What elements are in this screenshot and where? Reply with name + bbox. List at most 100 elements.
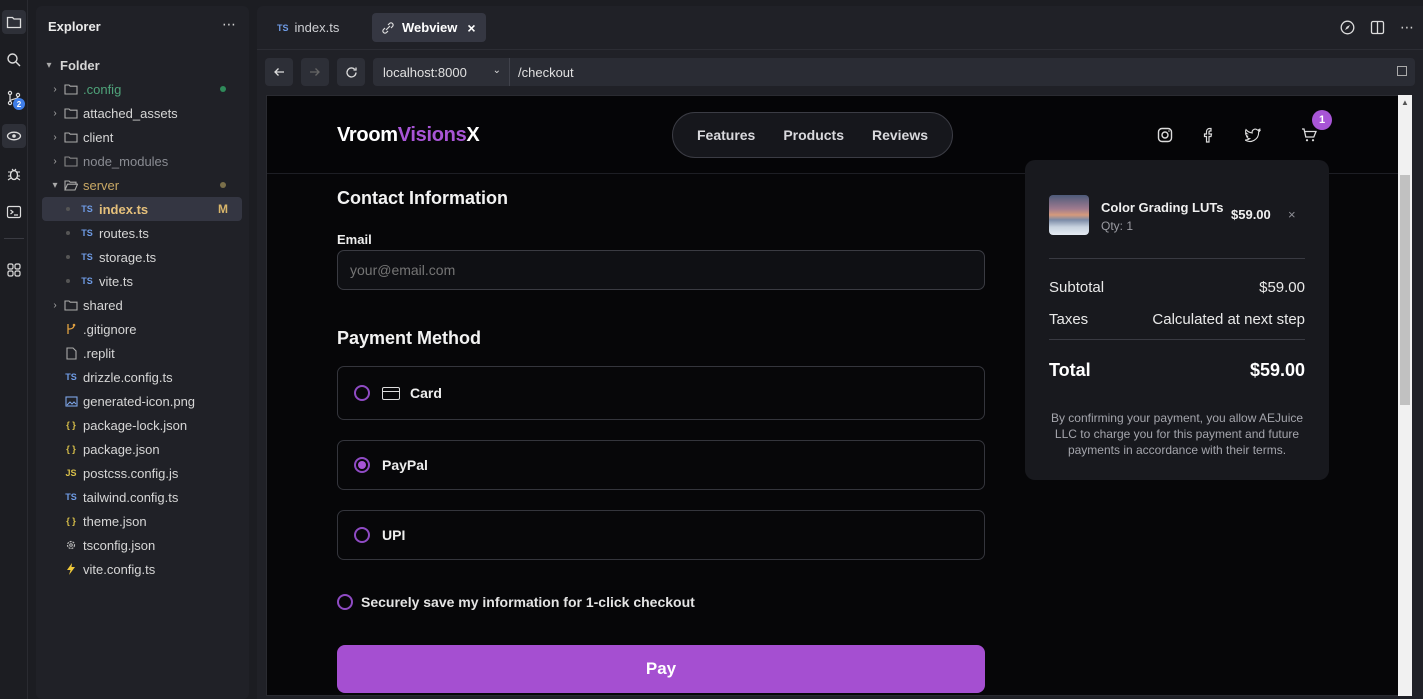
pay-button[interactable]: Pay [337, 645, 985, 693]
webview-content: VroomVisionsX Features Products Reviews … [266, 95, 1400, 696]
indent-dot [66, 207, 70, 211]
tree-item-client[interactable]: › client [42, 125, 242, 149]
json-icon: { } [66, 420, 76, 430]
tree-item-attached-assets[interactable]: › attached_assets [42, 101, 242, 125]
editor-actions: ⋯ [1339, 19, 1415, 35]
tree-item-routes-ts[interactable]: TS routes.ts [42, 221, 242, 245]
tab-index-ts[interactable]: TS index.ts [267, 13, 349, 42]
save-info-radio[interactable] [337, 594, 353, 610]
tree-item-package-lock[interactable]: { } package-lock.json [42, 413, 242, 437]
remove-item-button[interactable]: × [1288, 207, 1296, 222]
email-field[interactable] [337, 250, 985, 290]
tree-item-replit[interactable]: .replit [42, 341, 242, 365]
twitter-icon[interactable] [1244, 126, 1262, 144]
tree-item-shared[interactable]: › shared [42, 293, 242, 317]
nav-link-features[interactable]: Features [697, 127, 755, 143]
tab-label: index.ts [294, 20, 340, 35]
radio-paypal[interactable] [354, 457, 370, 473]
save-info-option[interactable]: Securely save my information for 1-click… [337, 594, 695, 610]
tree-item-tailwind-config[interactable]: TS tailwind.config.ts [42, 485, 242, 509]
forward-button[interactable] [301, 58, 329, 86]
tree-item-config[interactable]: › .config [42, 77, 242, 101]
product-qty: Qty: 1 [1101, 219, 1134, 233]
tree-item-label: routes.ts [99, 225, 149, 241]
debug-icon[interactable] [2, 162, 26, 186]
logo-part: Vroom [337, 124, 398, 146]
tree-item-postcss-config[interactable]: JS postcss.config.js [42, 461, 242, 485]
json-icon: { } [66, 444, 76, 454]
site-logo[interactable]: VroomVisionsX [337, 124, 480, 147]
more-icon[interactable]: ⋯ [1399, 19, 1415, 35]
chevron-down-icon: ⌄ [492, 65, 501, 76]
close-icon[interactable]: × [467, 20, 475, 36]
taxes-row: Taxes Calculated at next step [1049, 311, 1305, 328]
tree-item-label: shared [83, 297, 123, 313]
tree-item-node-modules[interactable]: › node_modules [42, 149, 242, 173]
tab-webview[interactable]: Webview × [372, 13, 486, 42]
nav-link-reviews[interactable]: Reviews [872, 127, 928, 143]
payment-option-card[interactable]: Card [337, 366, 985, 420]
instagram-icon[interactable] [1156, 126, 1174, 144]
chevron-right-icon: › [53, 131, 57, 143]
webview-scrollbar[interactable]: ▲ [1398, 95, 1412, 696]
radio-card[interactable] [354, 385, 370, 401]
credit-card-icon [382, 386, 400, 400]
path-input[interactable]: /checkout [509, 58, 1415, 86]
bolt-icon [62, 563, 80, 575]
image-icon [62, 395, 80, 407]
back-button[interactable] [265, 58, 293, 86]
folder-icon [62, 83, 80, 95]
taxes-label: Taxes [1049, 311, 1089, 328]
indent-dot [66, 255, 70, 259]
tree-item-vite-ts[interactable]: TS vite.ts [42, 269, 242, 293]
tree-item-tsconfig[interactable]: tsconfig.json [42, 533, 242, 557]
scroll-thumb[interactable] [1400, 175, 1410, 405]
tree-item-label: vite.ts [99, 273, 133, 289]
tree-item-folder-root[interactable]: ▾ Folder [42, 53, 242, 77]
tree-item-theme-json[interactable]: { } theme.json [42, 509, 242, 533]
tree-item-drizzle-config[interactable]: TS drizzle.config.ts [42, 365, 242, 389]
contact-title: Contact Information [337, 188, 508, 208]
payment-option-paypal[interactable]: PayPal [337, 440, 985, 490]
typescript-icon: TS [277, 22, 289, 33]
nav-link-products[interactable]: Products [783, 127, 844, 143]
tree-item-label: index.ts [99, 201, 149, 217]
search-icon[interactable] [2, 48, 26, 72]
extensions-icon[interactable] [2, 258, 26, 282]
ide-window: 2 Explorer ⋯ ▾ Folder › .config › attach… [0, 0, 1423, 699]
total-label: Total [1049, 360, 1091, 380]
explorer-title: Explorer [48, 19, 101, 34]
tree-item-generated-icon[interactable]: generated-icon.png [42, 389, 242, 413]
tree-item-label: tailwind.config.ts [83, 489, 179, 505]
tree-item-gitignore[interactable]: .gitignore [42, 317, 242, 341]
option-label: UPI [382, 527, 406, 543]
explorer-panel: Explorer ⋯ ▾ Folder › .config › attached… [36, 6, 249, 699]
host-select[interactable]: localhost:8000 ⌄ [373, 58, 509, 86]
cart-count-badge: 1 [1312, 110, 1332, 130]
tree-item-label: storage.ts [99, 249, 157, 265]
tree-item-index-ts[interactable]: TS index.ts M [42, 197, 242, 221]
javascript-icon: JS [65, 468, 77, 478]
more-icon[interactable]: ⋯ [222, 16, 237, 33]
payment-option-upi[interactable]: UPI [337, 510, 985, 560]
source-control-icon[interactable]: 2 [2, 86, 26, 110]
open-external-icon[interactable] [1397, 66, 1407, 76]
email-label: Email [337, 232, 372, 247]
reload-button[interactable] [337, 58, 365, 86]
cart-icon[interactable] [1300, 126, 1318, 144]
tree-item-package-json[interactable]: { } package.json [42, 437, 242, 461]
terminal-icon[interactable] [2, 200, 26, 224]
git-icon [62, 323, 80, 335]
webview-icon[interactable] [2, 124, 26, 148]
status-dot [220, 86, 226, 92]
option-label: Card [410, 385, 442, 401]
radio-upi[interactable] [354, 527, 370, 543]
tree-item-storage-ts[interactable]: TS storage.ts [42, 245, 242, 269]
tree-item-vite-config[interactable]: vite.config.ts [42, 557, 242, 581]
compass-icon[interactable] [1339, 19, 1355, 35]
facebook-icon[interactable] [1200, 126, 1218, 144]
files-icon[interactable] [2, 10, 26, 34]
scroll-up-icon[interactable]: ▲ [1401, 98, 1409, 107]
split-editor-icon[interactable] [1369, 19, 1385, 35]
tree-item-server[interactable]: ▾ server [42, 173, 242, 197]
